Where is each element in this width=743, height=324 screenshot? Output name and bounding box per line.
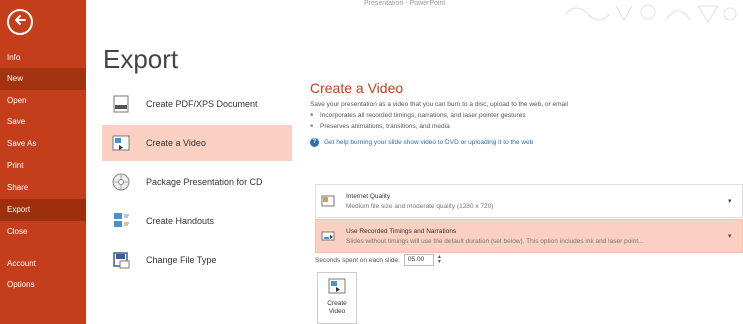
nav-item-account[interactable]: Account xyxy=(0,253,86,275)
backstage-nav: Info New Open Save Save As Print Share E… xyxy=(0,0,86,324)
nav-item-close[interactable]: Close xyxy=(0,221,86,243)
export-option-video[interactable]: Create a Video xyxy=(102,125,292,161)
nav-item-new[interactable]: New xyxy=(0,68,86,90)
cd-icon xyxy=(110,171,132,193)
pdf-document-icon xyxy=(110,93,132,115)
quality-text: Internet Quality Medium file size and mo… xyxy=(346,193,728,210)
quality-icon xyxy=(320,193,336,209)
file-type-icon xyxy=(110,249,132,271)
export-option-cd[interactable]: Package Presentation for CD xyxy=(102,164,292,200)
handouts-icon xyxy=(110,210,132,232)
main-panel: Presentation - PowerPoint Export Create … xyxy=(86,0,743,324)
quality-dropdown[interactable]: Internet Quality Medium file size and mo… xyxy=(315,184,743,218)
export-option-label: Create PDF/XPS Document xyxy=(146,99,258,109)
nav-item-share[interactable]: Share xyxy=(0,177,86,199)
nav-item-open[interactable]: Open xyxy=(0,90,86,112)
detail-bullet: Incorporates all recorded timings, narra… xyxy=(310,112,743,119)
export-option-label: Create Handouts xyxy=(146,216,215,226)
detail-panel: Create a Video Save your presentation as… xyxy=(310,80,743,147)
nav-item-print[interactable]: Print xyxy=(0,155,86,177)
export-option-file-type[interactable]: Change File Type xyxy=(102,242,292,278)
video-icon xyxy=(110,132,132,154)
seconds-spinner[interactable]: ▴ ▾ xyxy=(438,254,441,265)
export-option-label: Change File Type xyxy=(146,255,217,265)
timings-dropdown[interactable]: Use Recorded Timings and Narrations Slid… xyxy=(315,219,743,253)
timings-icon xyxy=(320,228,336,244)
detail-bullet: Preserves animations, transitions, and m… xyxy=(310,123,743,130)
nav-item-options[interactable]: Options xyxy=(0,274,86,296)
timings-subtitle: Slides without timings will use the defa… xyxy=(346,237,644,245)
back-button[interactable] xyxy=(7,9,33,35)
seconds-per-slide: Seconds spent on each slide: 05.00 ▴ ▾ xyxy=(315,254,441,266)
quality-title: Internet Quality xyxy=(346,192,391,200)
chevron-down-icon: ▾ xyxy=(728,233,732,240)
help-link[interactable]: ? Get help burning your slide show video… xyxy=(310,138,743,147)
export-option-label: Create a Video xyxy=(146,138,206,148)
spin-down-icon[interactable]: ▾ xyxy=(438,259,441,265)
backstage-view: Info New Open Save Save As Print Share E… xyxy=(0,0,743,324)
chevron-down-icon: ▾ xyxy=(728,198,732,205)
create-video-button[interactable]: Create Video xyxy=(317,272,357,324)
nav-item-save[interactable]: Save xyxy=(0,111,86,133)
seconds-label: Seconds spent on each slide: xyxy=(315,256,400,264)
window-title: Presentation - PowerPoint xyxy=(364,0,446,7)
detail-title: Create a Video xyxy=(310,80,404,96)
nav-item-export[interactable]: Export xyxy=(0,199,86,221)
arrow-left-icon xyxy=(13,13,27,32)
header-decoration-icon xyxy=(565,4,737,23)
timings-text: Use Recorded Timings and Narrations Slid… xyxy=(346,228,728,245)
export-option-handouts[interactable]: Create Handouts xyxy=(102,203,292,239)
detail-description: Save your presentation as a video that y… xyxy=(310,101,568,108)
export-option-pdf[interactable]: Create PDF/XPS Document xyxy=(102,86,292,122)
help-link-label: Get help burning your slide show video t… xyxy=(324,139,534,146)
export-option-label: Package Presentation for CD xyxy=(146,177,263,187)
nav-item-info[interactable]: Info xyxy=(0,47,86,69)
create-video-icon xyxy=(328,277,346,300)
nav-item-save-as[interactable]: Save As xyxy=(0,133,86,155)
create-video-label-2: Video xyxy=(328,308,346,315)
page-title: Export xyxy=(103,44,179,74)
quality-subtitle: Medium file size and moderate quality (1… xyxy=(346,202,494,210)
create-video-label-1: Create xyxy=(327,300,347,307)
help-icon: ? xyxy=(310,138,319,147)
timings-title: Use Recorded Timings and Narrations xyxy=(346,227,457,235)
seconds-input[interactable]: 05.00 xyxy=(403,254,434,266)
